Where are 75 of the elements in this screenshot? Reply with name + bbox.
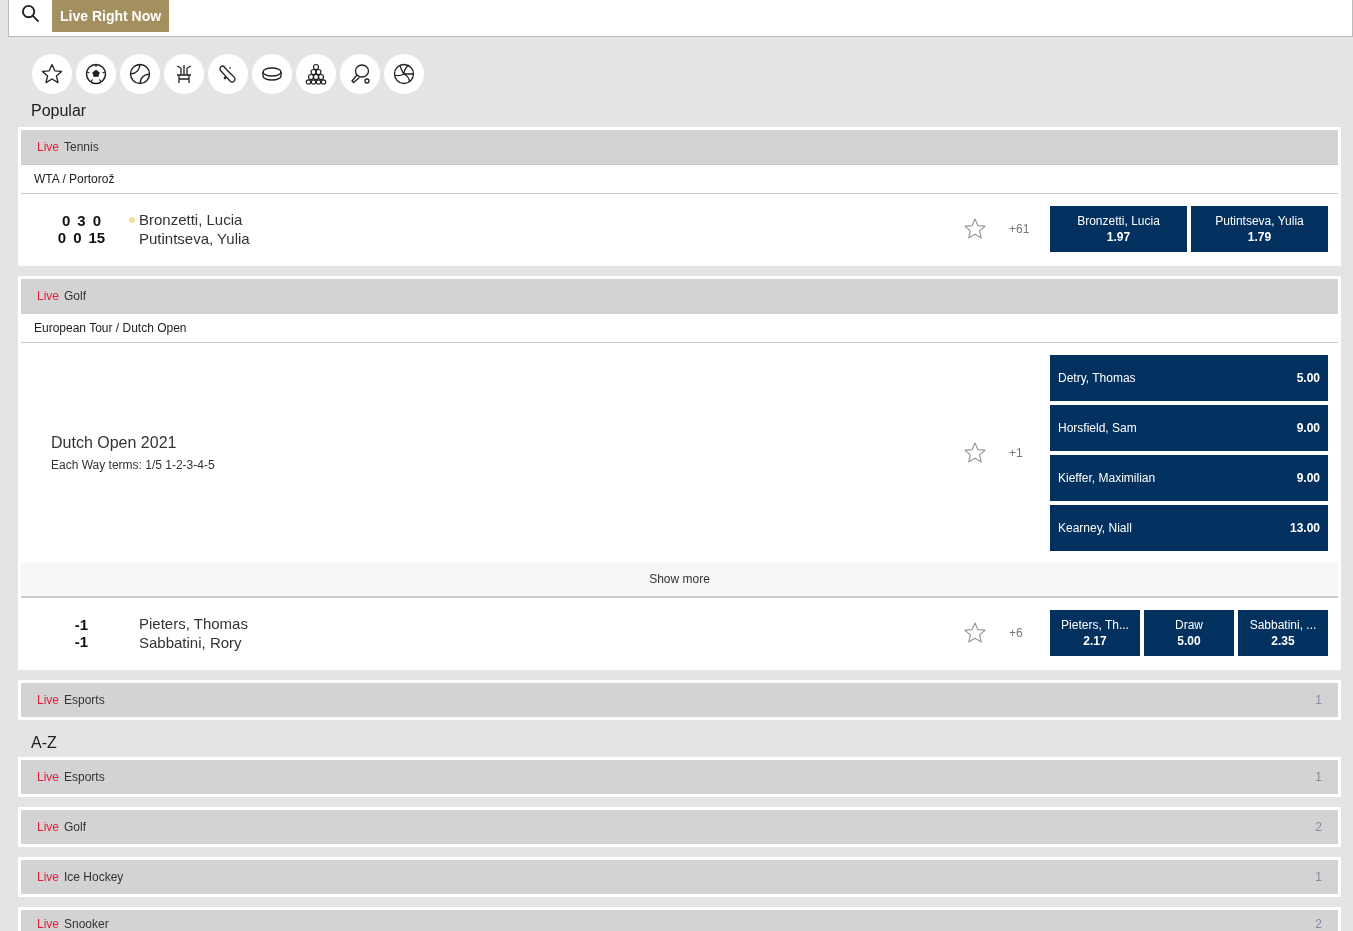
odds-button[interactable]: Bronzetti, Lucia 1.97 <box>1050 205 1187 252</box>
event-title: Dutch Open 2021 <box>51 433 178 452</box>
sport-name: Golf <box>64 289 87 303</box>
golf-clubs-filter-button[interactable] <box>164 54 204 94</box>
show-more-link[interactable]: Show more <box>649 572 710 586</box>
selection-button[interactable]: Kearney, Niall 13.00 <box>1050 504 1328 551</box>
more-markets-count[interactable]: +1 <box>1009 445 1039 460</box>
sport-name: Esports <box>64 693 105 707</box>
star-icon[interactable] <box>963 620 987 645</box>
sport-header[interactable]: Live Ice Hockey 1 <box>21 860 1338 894</box>
sport-header[interactable]: Live Esports 1 <box>21 683 1338 717</box>
star-icon[interactable] <box>963 216 987 241</box>
soccer-ball-icon <box>84 62 108 86</box>
star-icon <box>40 62 64 86</box>
tennis-ball-icon <box>128 62 152 86</box>
sport-name: Esports <box>64 770 105 784</box>
sport-header[interactable]: Live Snooker 2 <box>21 910 1338 931</box>
odds-button[interactable]: Putintseva, Yulia 1.79 <box>1191 205 1328 252</box>
table-tennis-paddle-filter-button[interactable] <box>340 54 380 94</box>
odds-button[interactable]: Pieters, Th... 2.17 <box>1050 609 1140 656</box>
odds-button[interactable]: Draw 5.00 <box>1144 609 1234 656</box>
snooker-balls-filter-button[interactable] <box>296 54 336 94</box>
score: 15 <box>88 228 106 246</box>
score: 0 <box>62 211 71 229</box>
sport-header[interactable]: Live Tennis <box>21 130 1338 164</box>
score: -1 <box>74 632 89 650</box>
selection-button[interactable]: Horsfield, Sam 9.00 <box>1050 404 1328 451</box>
competition-name: WTA / Portorož <box>21 164 1338 193</box>
snooker-balls-icon <box>304 62 328 86</box>
event-count: 1 <box>1315 693 1322 707</box>
volleyball-filter-button[interactable] <box>384 54 424 94</box>
each-way-terms: Each Way terms: 1/5 1-2-3-4-5 <box>51 457 216 472</box>
player-name: Putintseva, Yulia <box>138 228 250 248</box>
serving-indicator <box>129 216 135 223</box>
more-markets-count[interactable]: +6 <box>1009 625 1039 640</box>
soccer-ball-filter-button[interactable] <box>76 54 116 94</box>
score: 3 <box>77 211 86 229</box>
sport-name: Golf <box>64 820 87 834</box>
odds-button[interactable]: Sabbatini, ... 2.35 <box>1238 609 1328 656</box>
live-label: Live <box>37 870 59 884</box>
score: 0 <box>73 228 82 246</box>
search-icon[interactable] <box>21 4 40 23</box>
live-label: Live <box>37 820 59 834</box>
live-label: Live <box>37 693 59 707</box>
live-label: Live <box>37 770 59 784</box>
player-name: Pieters, Thomas <box>138 613 248 633</box>
section-heading: A-Z <box>30 733 58 753</box>
sport-name: Snooker <box>64 917 109 931</box>
selection-button[interactable]: Kieffer, Maximilian 9.00 <box>1050 454 1328 501</box>
event-count: 1 <box>1315 770 1322 784</box>
competition-name: European Tour / Dutch Open <box>21 313 1338 342</box>
score: 0 <box>57 228 67 246</box>
score: 0 <box>92 211 101 229</box>
event-count: 1 <box>1315 870 1322 884</box>
sport-name: Tennis <box>64 140 99 154</box>
event-count: 2 <box>1315 820 1322 834</box>
hockey-puck-filter-button[interactable] <box>252 54 292 94</box>
live-label: Live <box>37 917 59 931</box>
sport-header[interactable]: Live Golf <box>21 279 1338 313</box>
live-label: Live <box>37 140 59 154</box>
event-count: 2 <box>1315 917 1322 931</box>
tennis-ball-filter-button[interactable] <box>120 54 160 94</box>
sport-header[interactable]: Live Golf 2 <box>21 810 1338 844</box>
score: -1 <box>74 615 89 633</box>
volleyball-icon <box>392 62 416 86</box>
more-markets-count[interactable]: +61 <box>1009 221 1039 236</box>
selection-button[interactable]: Detry, Thomas 5.00 <box>1050 354 1328 401</box>
sport-header[interactable]: Live Esports 1 <box>21 760 1338 794</box>
live-label: Live <box>37 289 59 303</box>
section-heading: Popular <box>30 101 88 121</box>
player-name: Sabbatini, Rory <box>138 632 242 652</box>
sport-name: Ice Hockey <box>64 870 124 884</box>
player-name: Bronzetti, Lucia <box>128 209 243 229</box>
star-icon[interactable] <box>963 440 987 465</box>
star-filter-button[interactable] <box>32 54 72 94</box>
